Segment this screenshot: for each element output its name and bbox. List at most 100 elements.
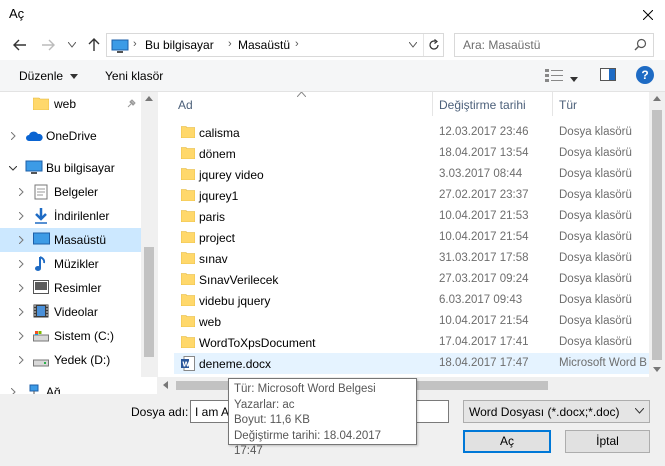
file-date: 12.03.2017 23:46	[439, 126, 529, 138]
folder-icon	[180, 293, 196, 309]
nav-item-pictures[interactable]: Resimler	[0, 276, 141, 300]
drive-icon	[33, 356, 49, 370]
refresh-icon[interactable]	[423, 34, 443, 56]
file-name: videbu jquery	[199, 294, 271, 308]
file-type: Dosya klasörü	[559, 168, 632, 180]
pictures-icon	[33, 280, 49, 297]
file-type: Dosya klasörü	[559, 315, 632, 327]
breadcrumb-separator-icon: ›	[133, 38, 137, 50]
file-type: Dosya klasörü	[559, 189, 632, 201]
address-dropdown-icon[interactable]	[403, 34, 423, 56]
nav-item-documents[interactable]: Belgeler	[0, 180, 141, 204]
search-input[interactable]	[455, 34, 625, 56]
scroll-left-icon[interactable]	[163, 381, 168, 389]
filetype-select[interactable]: Word Dosyası (*.docx;*.doc)	[463, 400, 650, 423]
file-row[interactable]: web 10.04.2017 21:54 Dosya klasörü	[174, 311, 649, 332]
scroll-up-icon[interactable]	[653, 96, 661, 101]
command-bar: Düzenle Yeni klasör ?	[0, 60, 665, 92]
file-row[interactable]: project 10.04.2017 21:54 Dosya klasörü	[174, 227, 649, 248]
nav-item-onedrive[interactable]: OneDrive	[0, 124, 141, 148]
file-type: Dosya klasörü	[559, 336, 632, 348]
chevron-down-icon[interactable]	[8, 162, 18, 174]
chevron-right-icon[interactable]	[16, 258, 26, 270]
word-icon: W	[181, 356, 195, 374]
organize-menu[interactable]: Düzenle	[19, 69, 79, 83]
nav-item-desktop[interactable]: Masaüstü	[0, 228, 141, 252]
nav-item-web[interactable]: web	[0, 92, 141, 116]
title-bar: Aç	[0, 0, 665, 30]
file-type: Dosya klasörü	[559, 231, 632, 243]
file-row[interactable]: SınavVerilecek 27.03.2017 09:24 Dosya klas…	[174, 269, 649, 290]
breadcrumb-this-pc[interactable]: Bu bilgisayar	[145, 38, 214, 52]
file-date: 31.03.2017 17:58	[439, 252, 529, 264]
nav-item-drive-c[interactable]: Sistem (C:)	[0, 324, 141, 348]
nav-item-label: Yedek (D:)	[54, 353, 111, 367]
file-type: Dosya klasörü	[559, 252, 632, 264]
search-icon[interactable]	[634, 38, 647, 54]
file-row[interactable]: videbu jquery 6.03.2017 09:43 Dosya klasör…	[174, 290, 649, 311]
column-header-name[interactable]: Ad	[158, 92, 432, 118]
chevron-right-icon[interactable]	[16, 282, 26, 294]
new-folder-button[interactable]: Yeni klasör	[105, 69, 163, 83]
help-icon[interactable]: ?	[636, 66, 654, 84]
folder-icon	[180, 272, 196, 288]
column-header-type[interactable]: Tür	[553, 92, 649, 118]
nav-item-drive-d[interactable]: Yedek (D:)	[0, 348, 141, 372]
chevron-right-icon[interactable]	[16, 306, 26, 318]
chevron-down-icon	[70, 74, 79, 80]
forward-arrow-icon[interactable]	[38, 35, 58, 55]
file-row[interactable]: calisma 12.03.2017 23:46 Dosya klasörü	[174, 122, 649, 143]
recent-locations-chevron-icon[interactable]	[62, 35, 82, 55]
nav-scrollbar-thumb[interactable]	[144, 247, 154, 357]
column-header-type-label: Tür	[559, 98, 577, 112]
column-header-date[interactable]: Değiştirme tarihi	[433, 92, 552, 118]
search-box[interactable]	[454, 33, 654, 57]
nav-item-this-pc[interactable]: Bu bilgisayar	[0, 156, 141, 180]
file-date: 27.03.2017 09:24	[439, 273, 529, 285]
file-row[interactable]: jqurey1 27.02.2017 23:37 Dosya klasörü	[174, 185, 649, 206]
up-arrow-icon[interactable]	[84, 35, 104, 55]
scroll-up-icon[interactable]	[145, 96, 153, 101]
cloud-icon	[25, 130, 43, 145]
chevron-right-icon[interactable]	[16, 330, 26, 342]
file-row[interactable]: WordToXpsDocument 17.04.2017 17:41 Dosya k…	[174, 332, 649, 353]
file-list-scrollbar[interactable]	[649, 92, 665, 377]
videos-icon	[33, 304, 49, 321]
breadcrumb-separator-icon: ›	[228, 38, 232, 50]
pin-icon[interactable]	[126, 98, 136, 112]
back-arrow-icon[interactable]	[10, 35, 30, 55]
chevron-right-icon[interactable]	[16, 210, 26, 222]
chevron-right-icon[interactable]	[8, 130, 18, 142]
nav-item-label: OneDrive	[46, 129, 97, 143]
view-dropdown-icon[interactable]	[570, 71, 578, 85]
nav-item-label: Belgeler	[54, 185, 99, 199]
nav-item-downloads[interactable]: İndirilenler	[0, 204, 141, 228]
chevron-right-icon[interactable]	[16, 354, 26, 366]
scroll-down-icon[interactable]	[653, 367, 661, 372]
file-date: 10.04.2017 21:54	[439, 315, 529, 327]
nav-item-label: Masaüstü	[54, 233, 107, 247]
cancel-button[interactable]: İptal	[565, 430, 650, 453]
address-bar[interactable]: › Bu bilgisayar › Masaüstü ›	[106, 33, 444, 57]
file-date: 10.04.2017 21:54	[439, 231, 529, 243]
nav-item-music[interactable]: Müzikler	[0, 252, 141, 276]
nav-scrollbar[interactable]	[141, 92, 157, 377]
file-row[interactable]: paris 10.04.2017 21:53 Dosya klasörü	[174, 206, 649, 227]
chevron-right-icon[interactable]	[16, 186, 26, 198]
file-row[interactable]: Wdeneme.docx 18.04.2017 17:47 Microsoft Wo…	[174, 353, 649, 374]
file-list-scrollbar-thumb[interactable]	[652, 110, 662, 360]
chevron-right-icon[interactable]	[8, 386, 18, 394]
file-row[interactable]: jqurey video 3.03.2017 08:44 Dosya klasörü	[174, 164, 649, 185]
view-options-icon[interactable]	[545, 69, 563, 85]
chevron-right-icon[interactable]	[16, 234, 26, 246]
preview-pane-icon[interactable]	[600, 68, 616, 84]
close-icon[interactable]	[631, 0, 665, 30]
file-row[interactable]: sınav 31.03.2017 17:58 Dosya klasörü	[174, 248, 649, 269]
open-button[interactable]: Aç	[463, 430, 551, 453]
file-date: 18.04.2017 13:54	[439, 147, 529, 159]
nav-item-network[interactable]: Ağ	[0, 380, 141, 394]
breadcrumb-desktop[interactable]: Masaüstü	[238, 38, 290, 52]
file-row[interactable]: dönem 18.04.2017 13:54 Dosya klasörü	[174, 143, 649, 164]
file-name: sınav	[199, 252, 228, 266]
nav-item-videos[interactable]: Videolar	[0, 300, 141, 324]
